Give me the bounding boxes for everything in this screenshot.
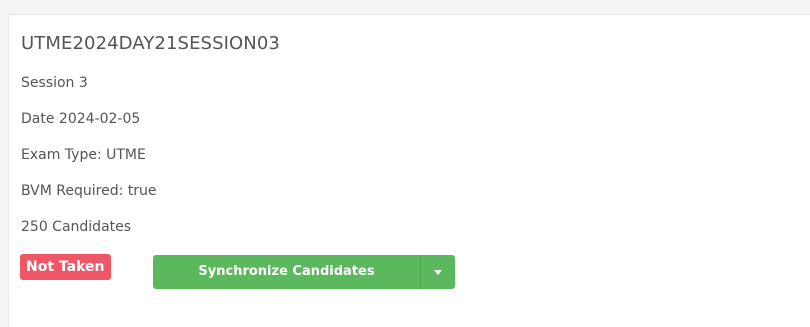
session-date: Date 2024-02-05 bbox=[21, 111, 141, 127]
synchronize-button-group: Synchronize Candidates bbox=[153, 255, 455, 289]
candidates-count: 250 Candidates bbox=[21, 219, 132, 235]
session-code-title: UTME2024DAY21SESSION03 bbox=[21, 33, 280, 54]
bvm-required: BVM Required: true bbox=[21, 183, 157, 199]
session-name: Session 3 bbox=[21, 75, 88, 91]
dropdown-toggle-button[interactable] bbox=[421, 255, 455, 289]
caret-down-icon bbox=[434, 269, 442, 275]
synchronize-candidates-button[interactable]: Synchronize Candidates bbox=[153, 255, 421, 289]
status-badge: Not Taken bbox=[20, 254, 111, 280]
exam-type: Exam Type: UTME bbox=[21, 147, 146, 163]
